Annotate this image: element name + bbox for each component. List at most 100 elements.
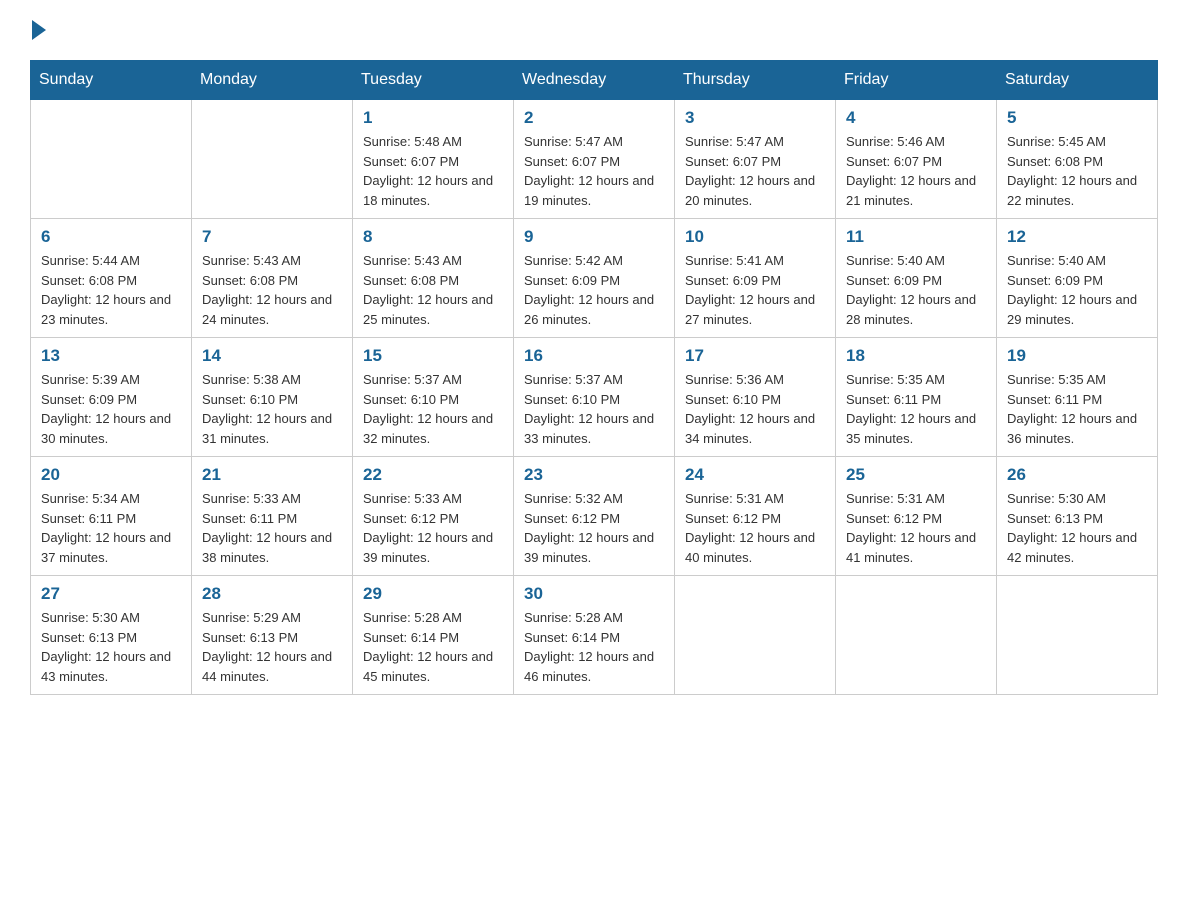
day-info: Sunrise: 5:48 AMSunset: 6:07 PMDaylight:…: [363, 132, 503, 210]
day-info: Sunrise: 5:29 AMSunset: 6:13 PMDaylight:…: [202, 608, 342, 686]
calendar-cell: 28Sunrise: 5:29 AMSunset: 6:13 PMDayligh…: [192, 576, 353, 695]
day-number: 22: [363, 465, 503, 485]
day-info: Sunrise: 5:30 AMSunset: 6:13 PMDaylight:…: [1007, 489, 1147, 567]
calendar-cell: 24 Sunrise: 5:31 AMSunset: 6:12 PMDayligh…: [675, 457, 836, 576]
day-number: 27: [41, 584, 181, 604]
calendar-cell: 18 Sunrise: 5:35 AMSunset: 6:11 PMDayligh…: [836, 338, 997, 457]
calendar-cell: 10 Sunrise: 5:41 AMSunset: 6:09 PMDayligh…: [675, 219, 836, 338]
day-info: Sunrise: 5:32 AMSunset: 6:12 PMDaylight:…: [524, 489, 664, 567]
calendar-week-row: 27 Sunrise: 5:30 AMSunset: 6:13 PMDayligh…: [31, 576, 1158, 695]
calendar-cell: 21 Sunrise: 5:33 AMSunset: 6:11 PMDayligh…: [192, 457, 353, 576]
day-info: Sunrise: 5:43 AMSunset: 6:08 PMDaylight:…: [363, 251, 503, 329]
day-number: 21: [202, 465, 342, 485]
day-number: 8: [363, 227, 503, 247]
calendar-cell: 6 Sunrise: 5:44 AMSunset: 6:08 PMDaylight…: [31, 219, 192, 338]
day-number: 18: [846, 346, 986, 366]
day-number: 11: [846, 227, 986, 247]
day-info: Sunrise: 5:39 AMSunset: 6:09 PMDaylight:…: [41, 370, 181, 448]
day-number: 4: [846, 108, 986, 128]
calendar-cell: 19Sunrise: 5:35 AMSunset: 6:11 PMDayligh…: [997, 338, 1158, 457]
calendar-cell: 29 Sunrise: 5:28 AMSunset: 6:14 PMDayligh…: [353, 576, 514, 695]
day-info: Sunrise: 5:38 AMSunset: 6:10 PMDaylight:…: [202, 370, 342, 448]
day-info: Sunrise: 5:35 AMSunset: 6:11 PMDaylight:…: [1007, 370, 1147, 448]
day-info: Sunrise: 5:28 AMSunset: 6:14 PMDaylight:…: [363, 608, 503, 686]
day-info: Sunrise: 5:42 AMSunset: 6:09 PMDaylight:…: [524, 251, 664, 329]
logo: [30, 20, 46, 40]
weekday-header-friday: Friday: [836, 61, 997, 100]
day-number: 17: [685, 346, 825, 366]
calendar-cell: 30 Sunrise: 5:28 AMSunset: 6:14 PMDayligh…: [514, 576, 675, 695]
day-number: 15: [363, 346, 503, 366]
weekday-header-tuesday: Tuesday: [353, 61, 514, 100]
weekday-header-monday: Monday: [192, 61, 353, 100]
day-number: 1: [363, 108, 503, 128]
calendar-cell: 25 Sunrise: 5:31 AMSunset: 6:12 PMDayligh…: [836, 457, 997, 576]
calendar-cell: 2 Sunrise: 5:47 AMSunset: 6:07 PMDaylight…: [514, 100, 675, 219]
day-info: Sunrise: 5:33 AMSunset: 6:11 PMDaylight:…: [202, 489, 342, 567]
calendar-week-row: 1 Sunrise: 5:48 AMSunset: 6:07 PMDaylight…: [31, 100, 1158, 219]
day-info: Sunrise: 5:31 AMSunset: 6:12 PMDaylight:…: [685, 489, 825, 567]
calendar-cell: 8 Sunrise: 5:43 AMSunset: 6:08 PMDaylight…: [353, 219, 514, 338]
day-number: 30: [524, 584, 664, 604]
calendar-cell: 22 Sunrise: 5:33 AMSunset: 6:12 PMDayligh…: [353, 457, 514, 576]
day-number: 13: [41, 346, 181, 366]
day-number: 9: [524, 227, 664, 247]
day-info: Sunrise: 5:37 AMSunset: 6:10 PMDaylight:…: [363, 370, 503, 448]
calendar-cell: 20Sunrise: 5:34 AMSunset: 6:11 PMDayligh…: [31, 457, 192, 576]
calendar-week-row: 13 Sunrise: 5:39 AMSunset: 6:09 PMDayligh…: [31, 338, 1158, 457]
logo-triangle-icon: [32, 20, 46, 40]
day-number: 10: [685, 227, 825, 247]
day-info: Sunrise: 5:31 AMSunset: 6:12 PMDaylight:…: [846, 489, 986, 567]
calendar-cell: [31, 100, 192, 219]
weekday-header-thursday: Thursday: [675, 61, 836, 100]
calendar-table: SundayMondayTuesdayWednesdayThursdayFrid…: [30, 60, 1158, 695]
calendar-cell: [192, 100, 353, 219]
day-number: 14: [202, 346, 342, 366]
calendar-cell: 26 Sunrise: 5:30 AMSunset: 6:13 PMDayligh…: [997, 457, 1158, 576]
calendar-cell: 4 Sunrise: 5:46 AMSunset: 6:07 PMDaylight…: [836, 100, 997, 219]
day-number: 12: [1007, 227, 1147, 247]
day-number: 16: [524, 346, 664, 366]
calendar-week-row: 20Sunrise: 5:34 AMSunset: 6:11 PMDayligh…: [31, 457, 1158, 576]
day-number: 29: [363, 584, 503, 604]
day-number: 7: [202, 227, 342, 247]
day-number: 3: [685, 108, 825, 128]
day-number: 24: [685, 465, 825, 485]
day-info: Sunrise: 5:46 AMSunset: 6:07 PMDaylight:…: [846, 132, 986, 210]
day-number: 26: [1007, 465, 1147, 485]
calendar-cell: [997, 576, 1158, 695]
day-info: Sunrise: 5:45 AMSunset: 6:08 PMDaylight:…: [1007, 132, 1147, 210]
day-number: 5: [1007, 108, 1147, 128]
calendar-cell: 7 Sunrise: 5:43 AMSunset: 6:08 PMDaylight…: [192, 219, 353, 338]
page-header: [30, 20, 1158, 40]
calendar-cell: 12 Sunrise: 5:40 AMSunset: 6:09 PMDayligh…: [997, 219, 1158, 338]
day-number: 23: [524, 465, 664, 485]
calendar-cell: [675, 576, 836, 695]
day-info: Sunrise: 5:28 AMSunset: 6:14 PMDaylight:…: [524, 608, 664, 686]
calendar-cell: 5 Sunrise: 5:45 AMSunset: 6:08 PMDaylight…: [997, 100, 1158, 219]
day-info: Sunrise: 5:30 AMSunset: 6:13 PMDaylight:…: [41, 608, 181, 686]
day-info: Sunrise: 5:44 AMSunset: 6:08 PMDaylight:…: [41, 251, 181, 329]
calendar-week-row: 6 Sunrise: 5:44 AMSunset: 6:08 PMDaylight…: [31, 219, 1158, 338]
day-number: 2: [524, 108, 664, 128]
calendar-cell: 3 Sunrise: 5:47 AMSunset: 6:07 PMDaylight…: [675, 100, 836, 219]
day-number: 20: [41, 465, 181, 485]
day-info: Sunrise: 5:36 AMSunset: 6:10 PMDaylight:…: [685, 370, 825, 448]
calendar-cell: 9 Sunrise: 5:42 AMSunset: 6:09 PMDaylight…: [514, 219, 675, 338]
calendar-cell: 17 Sunrise: 5:36 AMSunset: 6:10 PMDayligh…: [675, 338, 836, 457]
day-info: Sunrise: 5:43 AMSunset: 6:08 PMDaylight:…: [202, 251, 342, 329]
calendar-cell: 11 Sunrise: 5:40 AMSunset: 6:09 PMDayligh…: [836, 219, 997, 338]
calendar-cell: 13 Sunrise: 5:39 AMSunset: 6:09 PMDayligh…: [31, 338, 192, 457]
day-info: Sunrise: 5:41 AMSunset: 6:09 PMDaylight:…: [685, 251, 825, 329]
day-number: 25: [846, 465, 986, 485]
day-info: Sunrise: 5:47 AMSunset: 6:07 PMDaylight:…: [685, 132, 825, 210]
day-info: Sunrise: 5:40 AMSunset: 6:09 PMDaylight:…: [846, 251, 986, 329]
day-number: 6: [41, 227, 181, 247]
weekday-header-row: SundayMondayTuesdayWednesdayThursdayFrid…: [31, 61, 1158, 100]
day-info: Sunrise: 5:33 AMSunset: 6:12 PMDaylight:…: [363, 489, 503, 567]
day-info: Sunrise: 5:47 AMSunset: 6:07 PMDaylight:…: [524, 132, 664, 210]
day-info: Sunrise: 5:35 AMSunset: 6:11 PMDaylight:…: [846, 370, 986, 448]
weekday-header-saturday: Saturday: [997, 61, 1158, 100]
calendar-cell: 23 Sunrise: 5:32 AMSunset: 6:12 PMDayligh…: [514, 457, 675, 576]
day-info: Sunrise: 5:40 AMSunset: 6:09 PMDaylight:…: [1007, 251, 1147, 329]
